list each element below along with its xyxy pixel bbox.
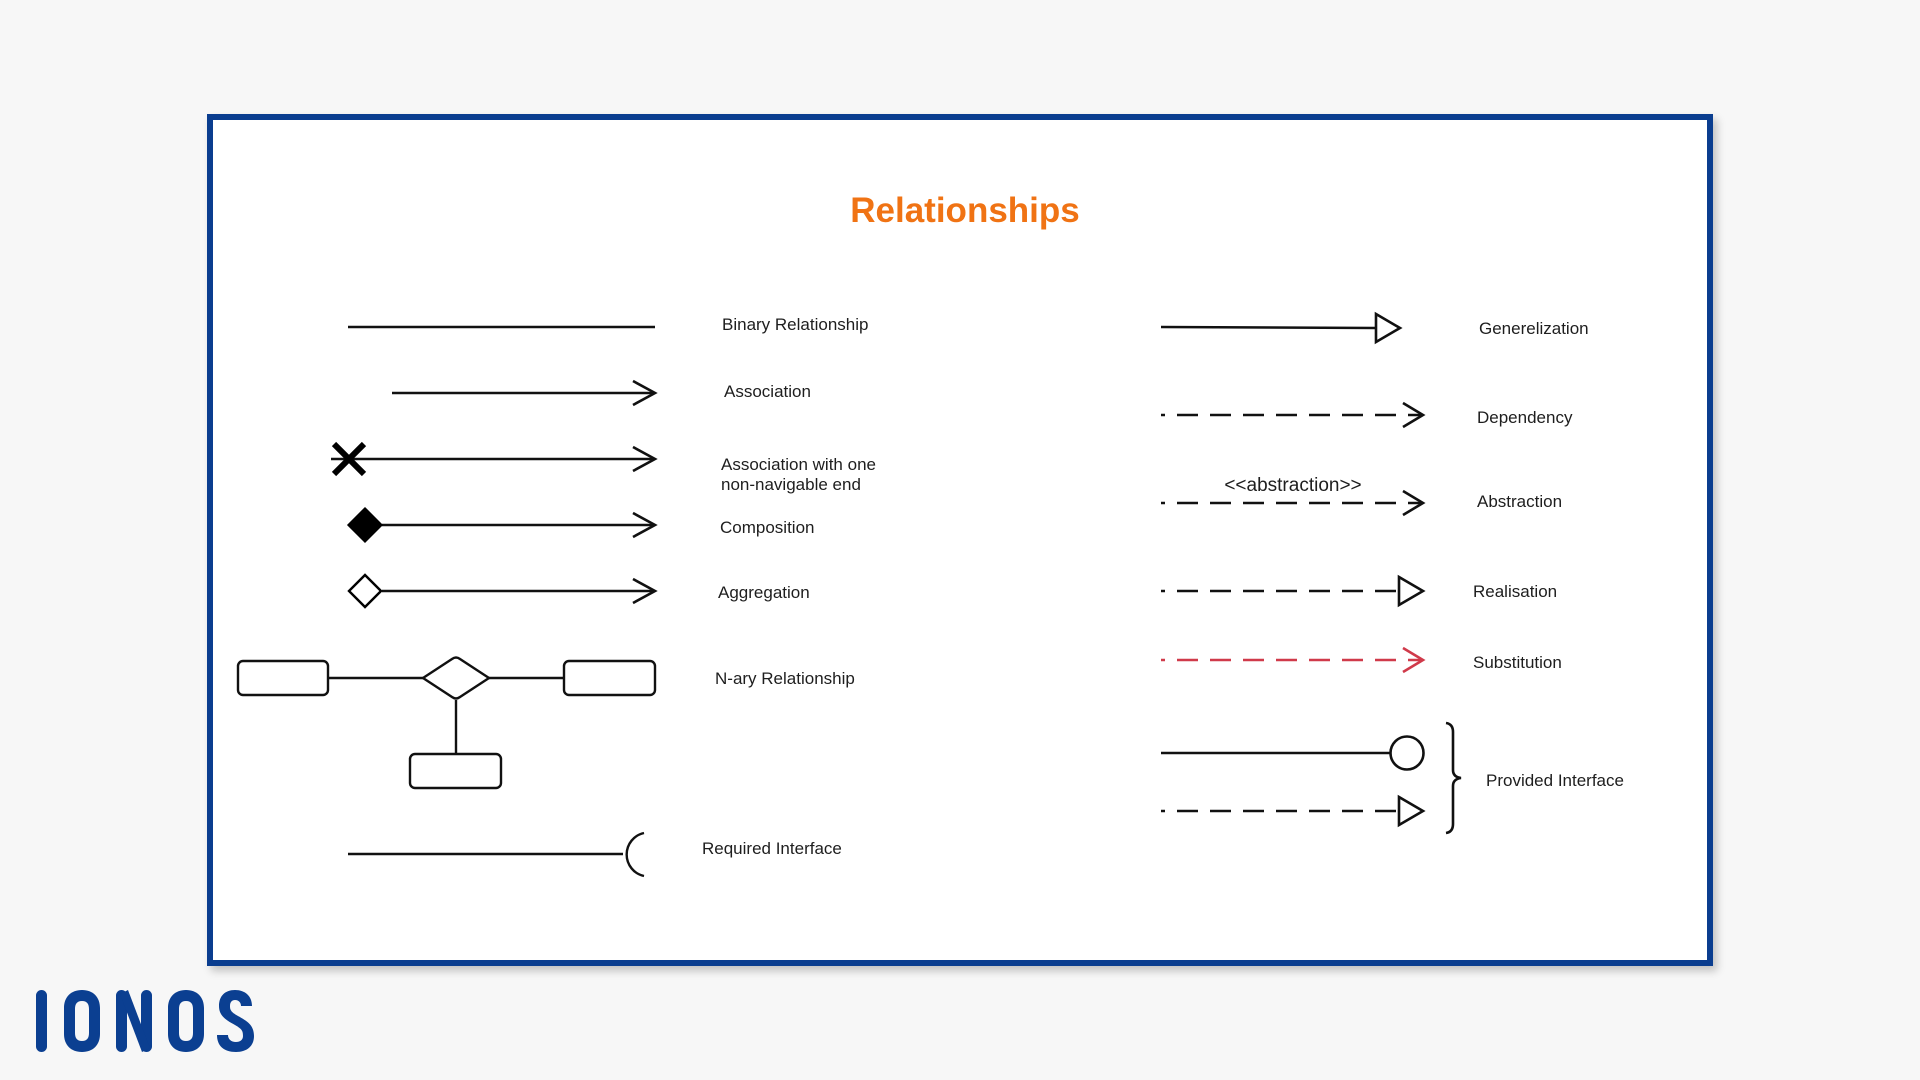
substitution-label: Substitution: [1473, 653, 1562, 672]
abstraction-symbol: <<abstraction>>: [1161, 475, 1426, 517]
generalization-line: [1160, 325, 1377, 330]
curly-brace-icon: [1445, 721, 1462, 835]
association-label: Association: [724, 382, 811, 401]
hollow-triangle-icon: [1374, 311, 1403, 345]
n-ary-class-box-bottom: [408, 752, 503, 790]
realisation-label: Realisation: [1473, 582, 1557, 601]
association-non-navigable-symbol: [331, 441, 658, 477]
generalization-symbol: [1160, 311, 1403, 345]
hollow-diamond-icon: [347, 573, 383, 609]
n-ary-relationship-symbol: [236, 656, 657, 790]
required-interface-label: Required Interface: [702, 839, 842, 858]
provided-interface-symbol: [1161, 721, 1462, 835]
filled-diamond-icon: [346, 506, 384, 544]
lollipop-circle-icon: [1389, 735, 1425, 771]
binary-relationship-label: Binary Relationship: [722, 315, 868, 334]
association-symbol: [392, 379, 658, 407]
required-interface-symbol: [348, 831, 645, 878]
n-ary-class-box-left: [236, 659, 330, 697]
substitution-symbol: [1161, 646, 1426, 674]
uml-relationships-diagram: Relationships Binary Relationship Associ…: [36, 191, 1624, 1052]
composition-label: Composition: [720, 518, 815, 537]
ionos-logo: IONOS: [36, 990, 254, 1052]
hollow-triangle-icon: [1397, 574, 1426, 608]
n-ary-relationship-label: N-ary Relationship: [715, 669, 855, 688]
dependency-symbol: [1161, 401, 1426, 429]
abstraction-stereotype: <<abstraction>>: [1224, 475, 1361, 496]
composition-symbol: [346, 506, 658, 544]
hollow-triangle-icon: [1397, 794, 1426, 828]
aggregation-label: Aggregation: [718, 583, 810, 602]
socket-icon: [625, 831, 645, 878]
association-non-navigable-label-line-2: non-navigable end: [721, 475, 861, 494]
dependency-label: Dependency: [1477, 408, 1573, 427]
generalization-label: Generelization: [1479, 319, 1589, 338]
n-ary-class-box-right: [562, 659, 657, 697]
n-ary-diamond-icon: [420, 656, 492, 700]
aggregation-symbol: [347, 573, 658, 609]
abstraction-label: Abstraction: [1477, 492, 1562, 511]
diagram-title: Relationships: [850, 191, 1079, 230]
realisation-symbol: [1161, 574, 1426, 608]
association-non-navigable-label-line-1: Association with one: [721, 455, 876, 474]
provided-interface-label: Provided Interface: [1486, 771, 1624, 790]
